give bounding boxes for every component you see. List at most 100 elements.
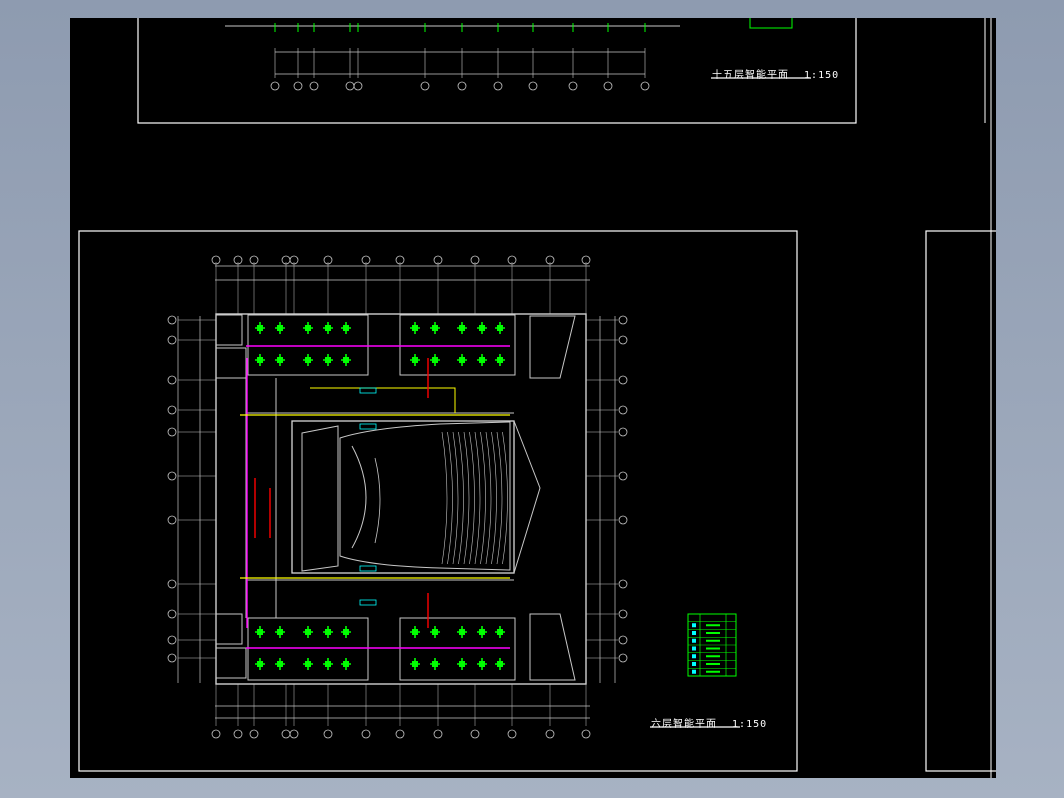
axis-bubble — [618, 375, 628, 385]
axis-bubble — [420, 81, 430, 91]
axis-bubble — [167, 375, 177, 385]
upper-sheet-title-text: 十五层智能平面 — [712, 70, 789, 81]
axis-bubble — [618, 427, 628, 437]
axis-bubble — [618, 579, 628, 589]
fixture-mark — [343, 357, 349, 363]
upper-sheet-title: 十五层智能平面 1:150 — [712, 66, 839, 81]
cad-viewport[interactable]: 十五层智能平面 1:150 六层智能平面 1:150 — [0, 0, 1064, 798]
axis-bubble — [233, 729, 243, 739]
fixture-mark — [412, 357, 418, 363]
fixture-mark — [479, 357, 485, 363]
fixture-mark — [257, 629, 263, 635]
axis-bubble — [457, 81, 467, 91]
fixture-mark — [305, 661, 311, 667]
axis-bubble — [281, 729, 291, 739]
fixture-mark — [343, 661, 349, 667]
fixture-mark — [459, 357, 465, 363]
fixture-mark — [479, 661, 485, 667]
fixture-mark — [497, 661, 503, 667]
fixture-mark — [432, 629, 438, 635]
axis-bubble — [309, 81, 319, 91]
axis-bubble — [603, 81, 613, 91]
axis-bubble — [618, 609, 628, 619]
legend-table — [687, 613, 737, 677]
fixture-mark — [325, 661, 331, 667]
fixture-mark — [325, 325, 331, 331]
axis-bubble — [167, 471, 177, 481]
axis-bubble — [618, 635, 628, 645]
axis-bubble — [167, 335, 177, 345]
axis-bubble — [167, 515, 177, 525]
fixture-mark — [257, 325, 263, 331]
fixture-mark — [497, 357, 503, 363]
axis-bubble — [211, 729, 221, 739]
axis-bubble — [618, 405, 628, 415]
cad-drawing — [78, 18, 996, 778]
fixture-mark — [305, 629, 311, 635]
fixture-mark — [325, 357, 331, 363]
axis-bubble — [167, 427, 177, 437]
fixture-mark — [479, 325, 485, 331]
fixture-mark — [257, 357, 263, 363]
fixture-mark — [497, 629, 503, 635]
fixture-mark — [305, 325, 311, 331]
axis-bubble — [568, 81, 578, 91]
axis-bubble — [249, 729, 259, 739]
fixture-mark — [479, 629, 485, 635]
lower-sheet-title: 六层智能平面 1:150 — [651, 715, 767, 730]
axis-bubble — [323, 729, 333, 739]
axis-bubble — [167, 405, 177, 415]
floor-plan — [167, 255, 628, 739]
axis-bubble — [167, 609, 177, 619]
fixture-mark — [277, 357, 283, 363]
fixture-mark — [343, 325, 349, 331]
fixture-mark — [412, 661, 418, 667]
fixture-mark — [459, 629, 465, 635]
fixture-mark — [432, 325, 438, 331]
axis-bubble — [640, 81, 650, 91]
axis-bubble — [493, 81, 503, 91]
lower-sheet-title-text: 六层智能平面 — [651, 719, 717, 730]
axis-bubble — [528, 81, 538, 91]
axis-bubble — [395, 729, 405, 739]
fixture-mark — [305, 357, 311, 363]
axis-bubble — [618, 471, 628, 481]
axis-bubble — [167, 315, 177, 325]
axis-bubble — [167, 653, 177, 663]
fixture-mark — [412, 629, 418, 635]
axis-bubble — [618, 335, 628, 345]
axis-bubble — [345, 81, 355, 91]
fixture-mark — [459, 661, 465, 667]
fixture-mark — [277, 661, 283, 667]
axis-bubble — [433, 729, 443, 739]
axis-bubble — [470, 729, 480, 739]
drawing-canvas[interactable]: 十五层智能平面 1:150 六层智能平面 1:150 — [70, 18, 996, 778]
fixture-mark — [257, 661, 263, 667]
axis-bubble — [353, 81, 363, 91]
fixture-mark — [277, 325, 283, 331]
fixture-mark — [432, 661, 438, 667]
fixture-mark — [432, 357, 438, 363]
axis-bubble — [581, 729, 591, 739]
upper-sheet-scale: 1:150 — [804, 70, 840, 81]
axis-bubble — [289, 729, 299, 739]
axis-bubble — [167, 579, 177, 589]
axis-bubble — [507, 729, 517, 739]
upper-plan-fragment — [225, 18, 793, 91]
axis-bubble — [293, 81, 303, 91]
fixture-mark — [325, 629, 331, 635]
axis-bubble — [618, 653, 628, 663]
axis-bubble — [545, 729, 555, 739]
axis-bubble — [618, 515, 628, 525]
axis-bubble — [618, 315, 628, 325]
lower-sheet-scale: 1:150 — [732, 719, 768, 730]
fixture-mark — [459, 325, 465, 331]
right-sheet-frame — [925, 230, 996, 772]
axis-bubble — [361, 729, 371, 739]
fixture-mark — [497, 325, 503, 331]
fixture-mark — [343, 629, 349, 635]
fixture-mark — [412, 325, 418, 331]
fixture-mark — [277, 629, 283, 635]
axis-bubble — [270, 81, 280, 91]
axis-bubble — [167, 635, 177, 645]
